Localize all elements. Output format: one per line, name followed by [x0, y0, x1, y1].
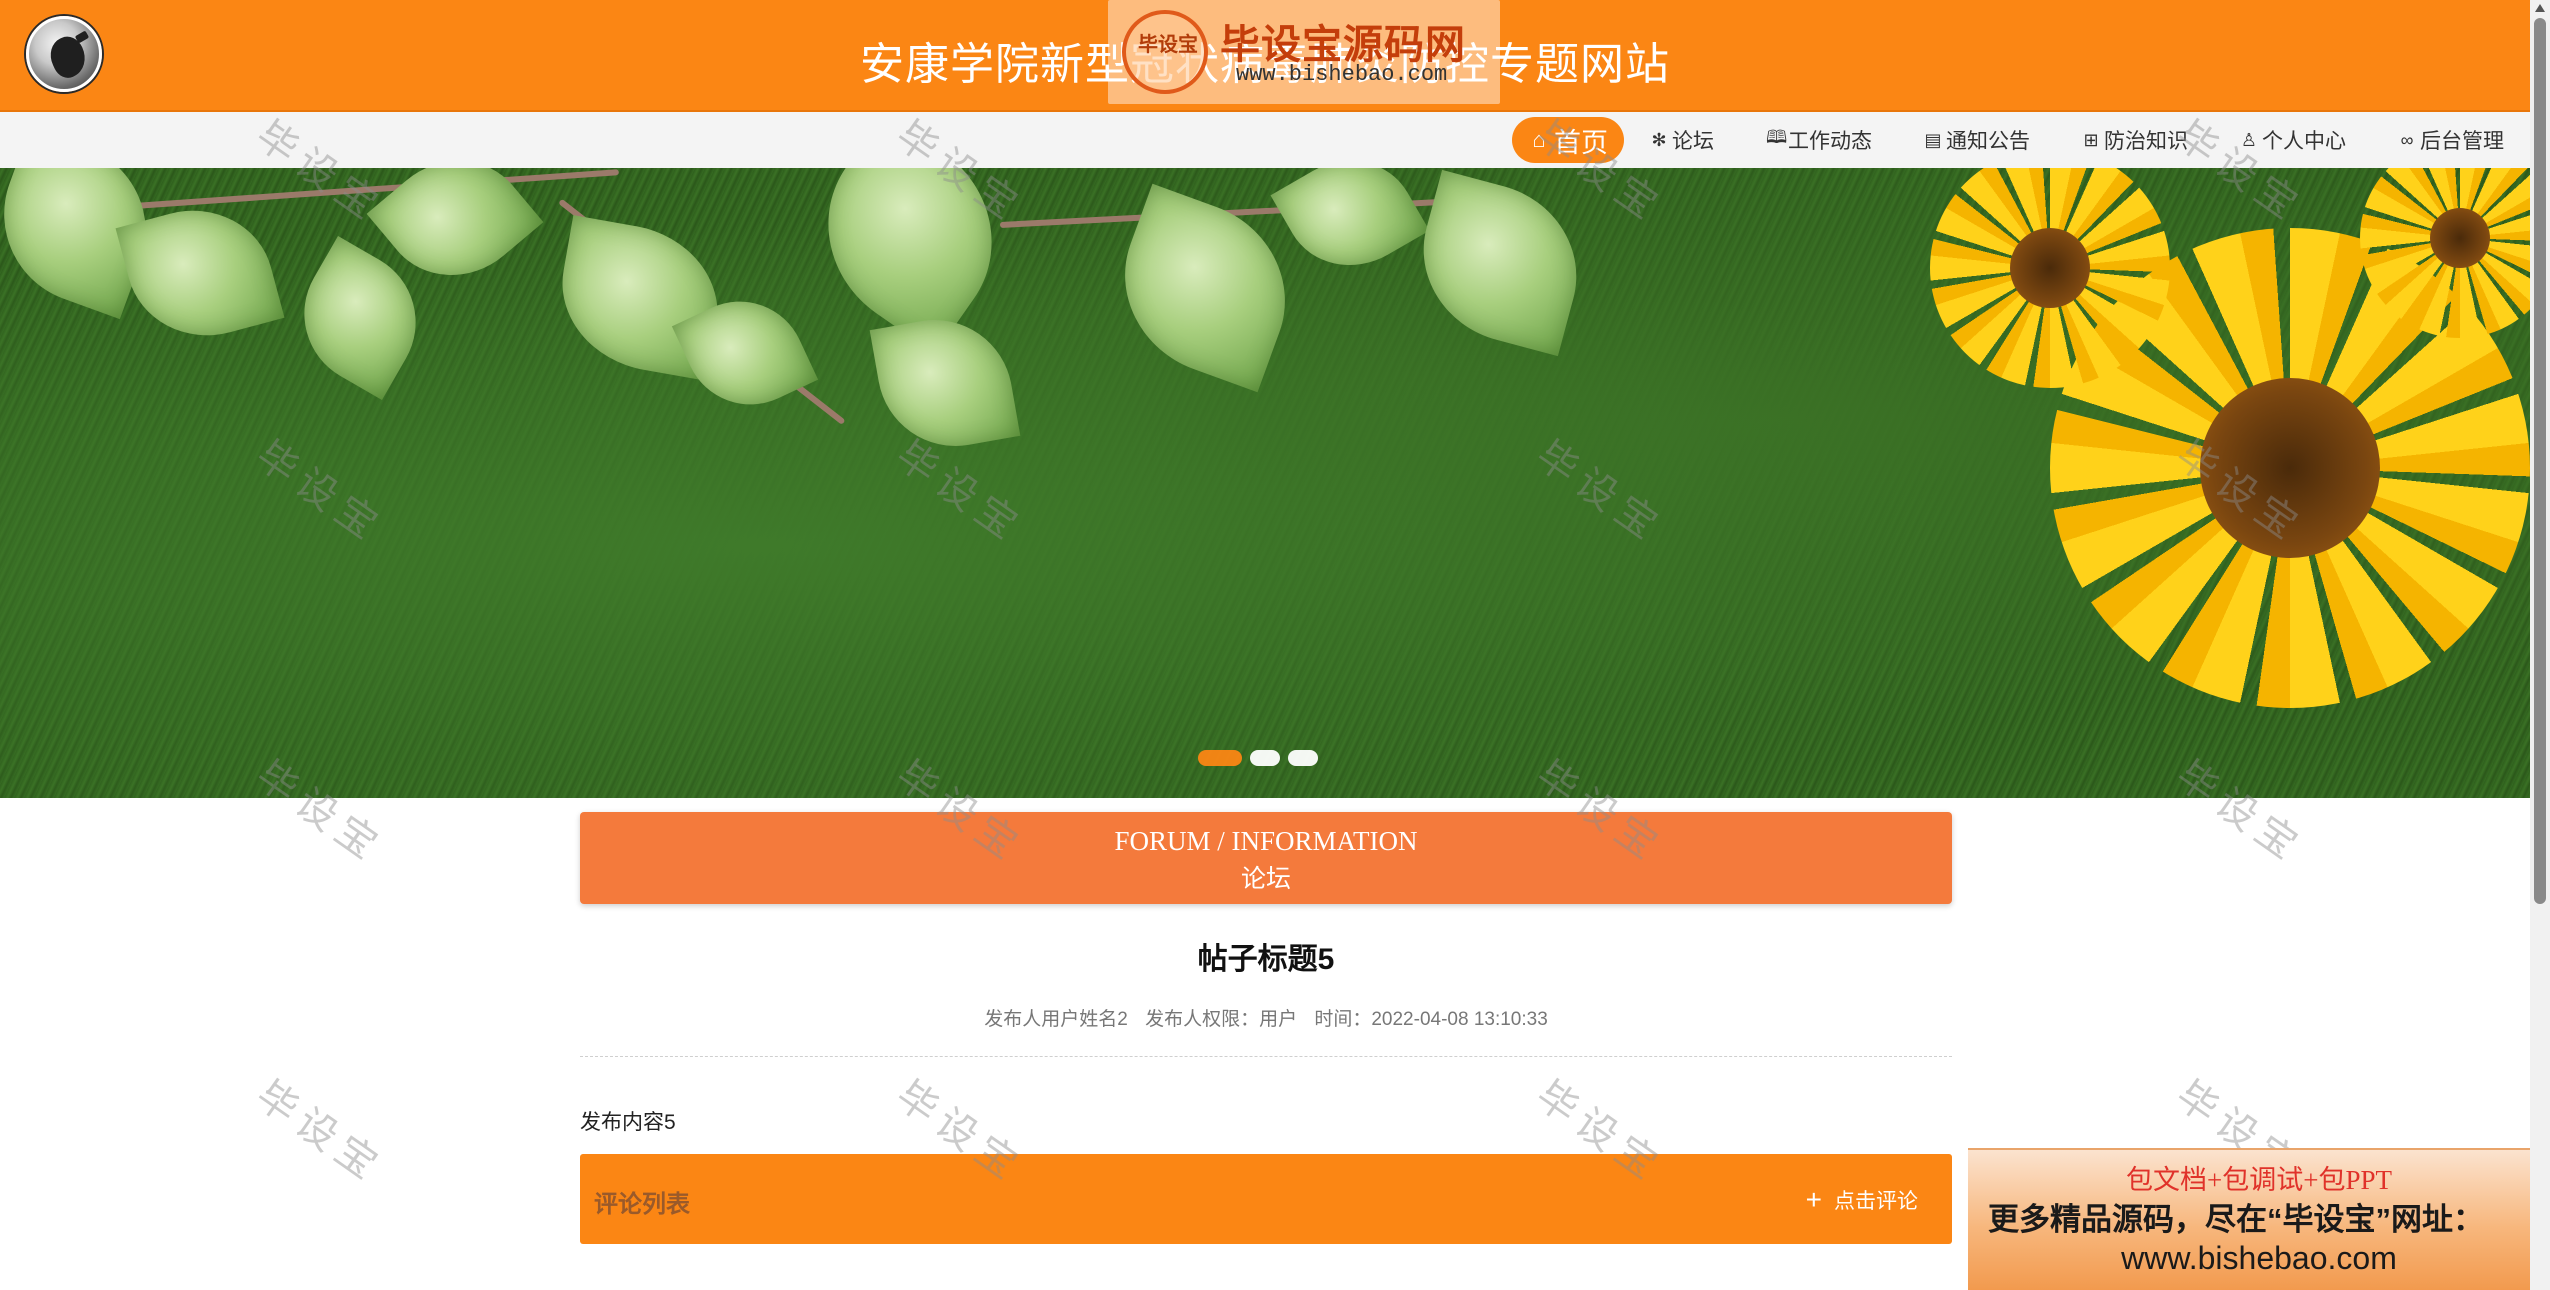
comments-bar: 评论列表 + 点击评论 [580, 1154, 1952, 1244]
section-heading: FORUM / INFORMATION 论坛 [580, 812, 1952, 904]
watermark-brand-url: www.bishebao.com [1236, 62, 1448, 87]
post-title: 帖子标题5 [1197, 943, 1335, 976]
nav-item-label: 通知公告 [1946, 130, 2030, 153]
ivy-leaf-shape [1403, 169, 1597, 357]
promo-ad-line-2: 更多精品源码，尽在“毕设宝”网址： [1988, 1202, 2484, 1237]
nav-item-label: 论坛 [1672, 130, 1714, 153]
ivy-leaf-shape [1270, 168, 1430, 291]
watermark-text: 毕设宝 [248, 1072, 392, 1192]
post-meta: 发布人用户姓名2 发布人权限：用户 时间：2022-04-08 13:10:33 [580, 1004, 1952, 1031]
nav-item-label: 首页 [1554, 127, 1608, 158]
sunflower-core [2200, 378, 2380, 558]
nav-item-label: 工作动态 [1788, 130, 1872, 153]
post-content: 发布内容5 [580, 1111, 676, 1134]
carousel-dot-1[interactable] [1198, 750, 1242, 766]
link-icon: ∞ [2400, 129, 2414, 150]
promo-ad-line-1: 包文档+包调试+包PPT [2126, 1165, 2392, 1195]
plus-icon: + [1805, 1184, 1822, 1215]
post-author: 发布人用户姓名2 [984, 1009, 1128, 1030]
scroll-up-icon[interactable] [2535, 4, 2545, 12]
nav-item-home[interactable]: ⌂ 首页 [1512, 117, 1624, 163]
divider [580, 1056, 1952, 1057]
home-icon: ⌂ [1532, 127, 1546, 152]
nav-item-knowledge[interactable]: ⊞ 防治知识 [2056, 117, 2214, 163]
nav-item-admin[interactable]: ∞ 后台管理 [2372, 117, 2530, 163]
nav-item-label: 后台管理 [2420, 130, 2504, 153]
nav-item-profile[interactable]: ♙ 个人中心 [2214, 117, 2372, 163]
main-nav: ⌂ 首页 ✻ 论坛 🕮 工作动态 ▤ 通知公告 ⊞ 防治知识 ♙ 个人中心 ∞ … [1512, 112, 2530, 168]
post-role: 发布人权限：用户 [1145, 1009, 1298, 1030]
promo-ad-url: www.bishebao.com [2121, 1240, 2397, 1276]
promo-ad[interactable]: 包文档+包调试+包PPT 更多精品源码，尽在“毕设宝”网址： www.bishe… [1968, 1148, 2550, 1290]
nav-bar: ⌂ 首页 ✻ 论坛 🕮 工作动态 ▤ 通知公告 ⊞ 防治知识 ♙ 个人中心 ∞ … [0, 112, 2530, 168]
nav-item-work-news[interactable]: 🕮 工作动态 [1740, 117, 1898, 163]
document-icon: ▤ [1924, 129, 1942, 150]
section-heading-cn: 论坛 [1240, 866, 1291, 893]
nav-item-label: 个人中心 [2262, 130, 2346, 153]
book-icon: 🕮 [1766, 127, 1788, 147]
add-comment-label: 点击评论 [1834, 1189, 1918, 1213]
nav-item-forum[interactable]: ✻ 论坛 [1624, 117, 1740, 163]
nav-item-label: 防治知识 [2104, 130, 2188, 153]
scrollbar-thumb[interactable] [2534, 18, 2546, 904]
seal-text: 毕设宝 [1138, 34, 1198, 56]
seal-logo-icon: 毕设宝 [1122, 10, 1208, 94]
add-comment-button[interactable]: + 点击评论 [1806, 1184, 1918, 1216]
ivy-leaf-shape [869, 307, 1021, 459]
comments-list-label: 评论列表 [594, 1191, 690, 1218]
sunflower-core [2430, 208, 2490, 268]
banner-carousel[interactable] [0, 168, 2530, 798]
page-scrollbar[interactable] [2530, 0, 2550, 1290]
section-heading-en: FORUM / INFORMATION [1114, 826, 1418, 856]
nav-item-notices[interactable]: ▤ 通知公告 [1898, 117, 2056, 163]
watermark-brand: 毕设宝 毕设宝源码网 www.bishebao.com [1108, 0, 1500, 104]
grid-icon: ⊞ [2083, 129, 2099, 150]
carousel-indicators [1198, 750, 1318, 766]
asterisk-icon: ✻ [1651, 129, 1667, 150]
carousel-dot-2[interactable] [1250, 750, 1280, 766]
user-icon: ♙ [2240, 129, 2258, 150]
carousel-dot-3[interactable] [1288, 750, 1318, 766]
post-time: 时间：2022-04-08 13:10:33 [1314, 1009, 1548, 1030]
vine-shape [119, 169, 619, 210]
sunflower-core [2010, 228, 2090, 308]
